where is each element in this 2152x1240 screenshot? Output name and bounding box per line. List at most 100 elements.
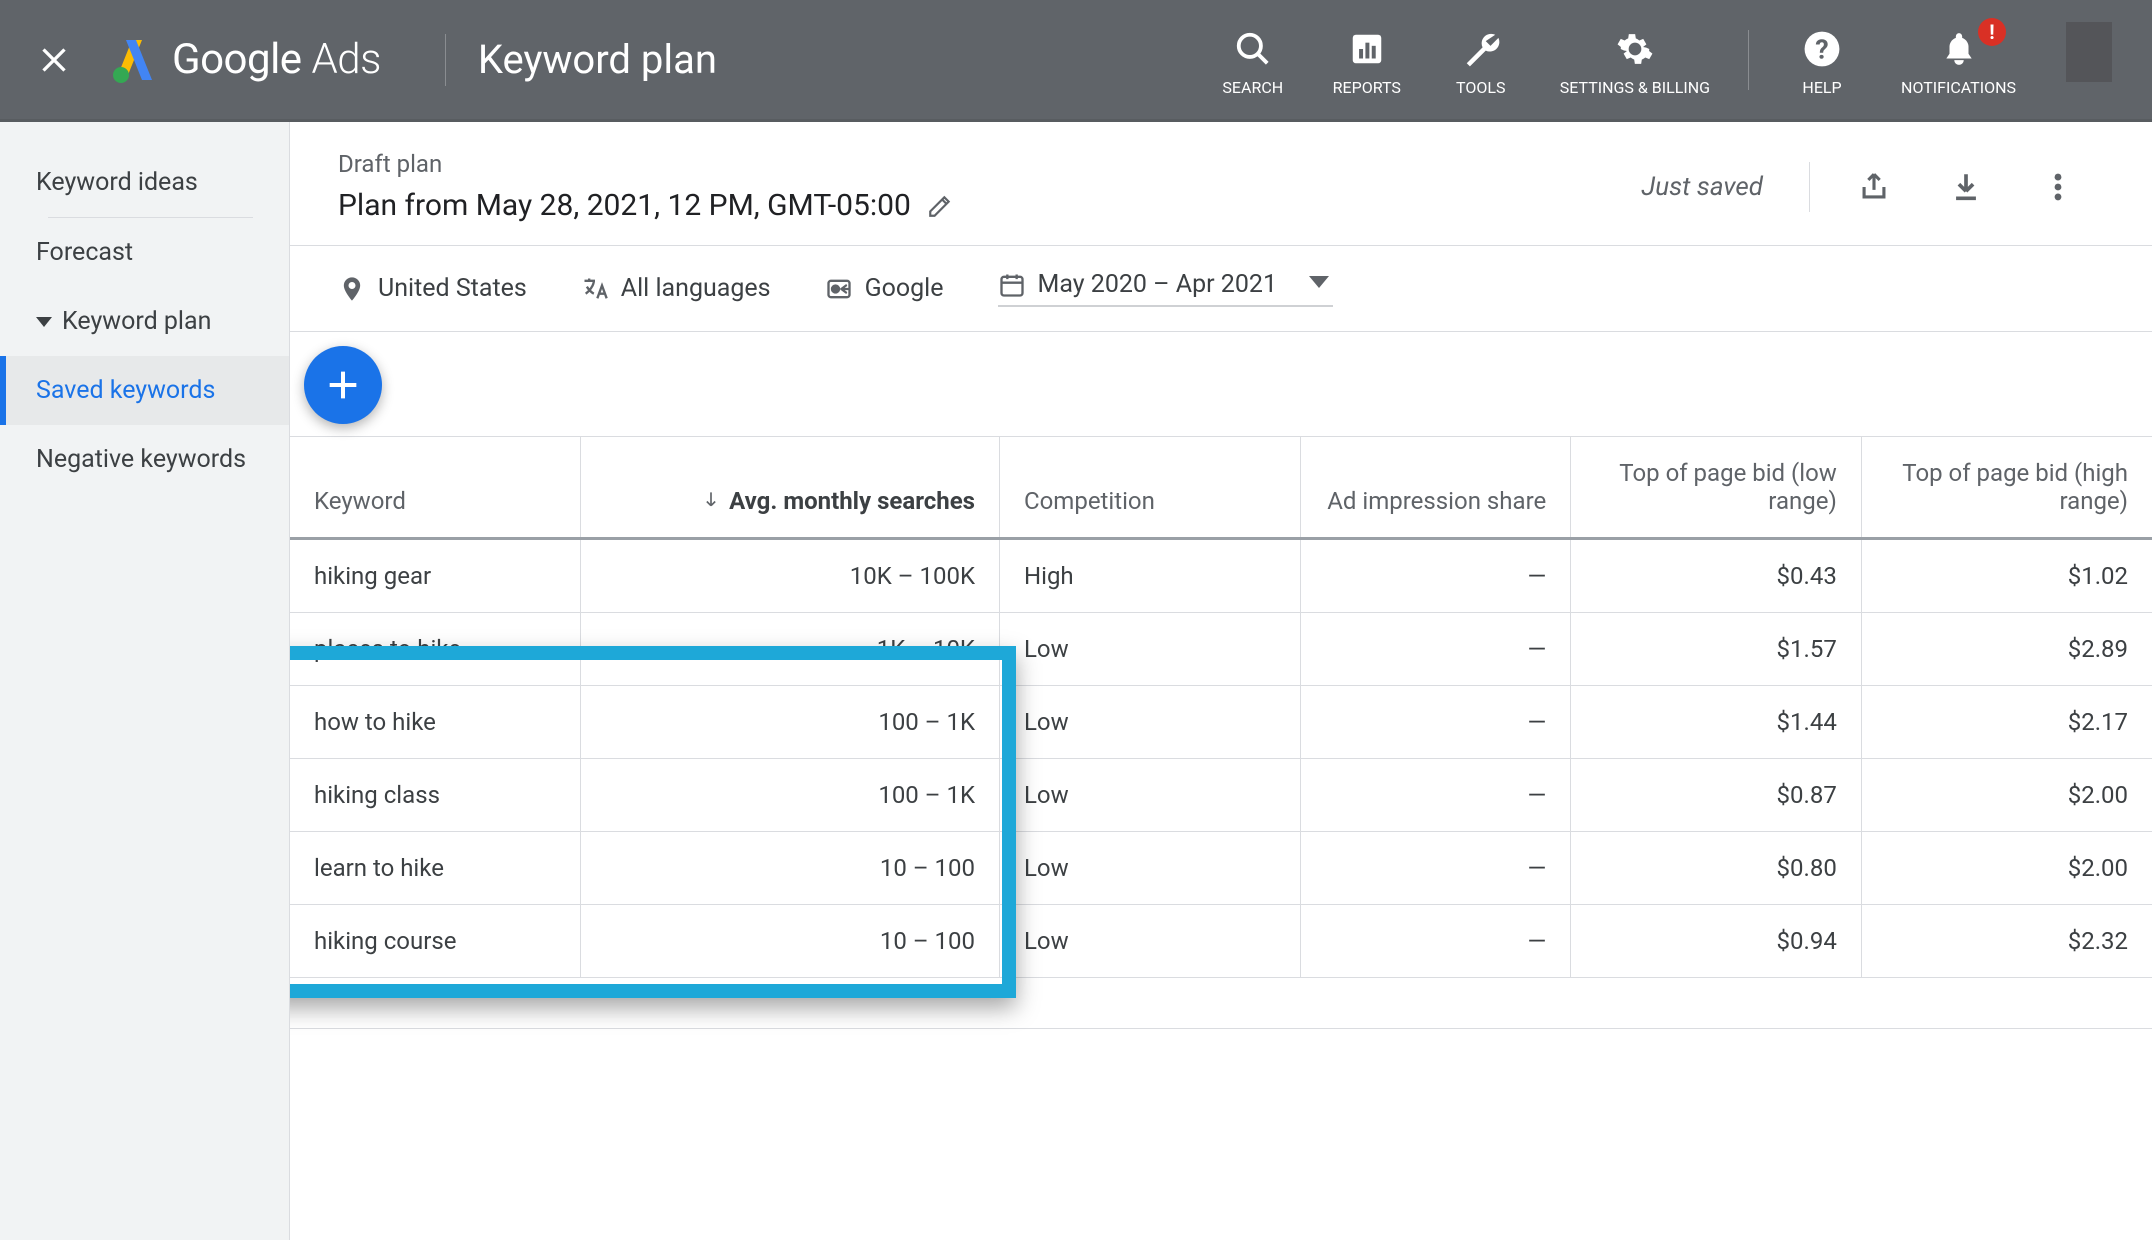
cell-searches: 10K – 100K: [581, 539, 1000, 613]
close-icon: [36, 42, 72, 78]
col-ad-impression-share[interactable]: Ad impression share: [1300, 437, 1571, 539]
account-switcher[interactable]: [2066, 22, 2112, 82]
cell-competition: Low: [1000, 905, 1301, 978]
table-row[interactable]: hiking gear10K – 100KHigh—$0.43$1.02: [290, 539, 2152, 613]
gear-icon: [1616, 30, 1654, 68]
date-range-filter[interactable]: May 2020 – Apr 2021: [998, 270, 1334, 307]
cell-competition: Low: [1000, 613, 1301, 686]
table-row[interactable]: hiking course10 – 100Low—$0.94$2.32: [290, 905, 2152, 978]
cell-competition: High: [1000, 539, 1301, 613]
notification-badge: !: [1978, 18, 2006, 46]
notifications-button[interactable]: ! NOTIFICATIONS: [1901, 22, 2016, 97]
cell-searches: 10 – 100: [581, 905, 1000, 978]
cell-competition: Low: [1000, 686, 1301, 759]
plan-header: Draft plan Plan from May 28, 2021, 12 PM…: [290, 122, 2152, 246]
cell-bid-high: $2.89: [1861, 613, 2152, 686]
ads-logo-icon: [110, 36, 158, 84]
table-row[interactable]: hiking class100 – 1KLow—$0.87$2.00: [290, 759, 2152, 832]
cell-competition: Low: [1000, 832, 1301, 905]
table-row[interactable]: how to hike100 – 1KLow—$1.44$2.17: [290, 686, 2152, 759]
draft-label: Draft plan: [338, 150, 953, 178]
table-row[interactable]: learn to hike10 – 100Low—$0.80$2.00: [290, 832, 2152, 905]
col-bid-low[interactable]: Top of page bid (low range): [1571, 437, 1862, 539]
cell-bid-low: $0.80: [1571, 832, 1862, 905]
cell-bid-high: $2.32: [1861, 905, 2152, 978]
main-content: Draft plan Plan from May 28, 2021, 12 PM…: [290, 122, 2152, 1240]
saved-status: Just saved: [1641, 172, 1763, 202]
keywords-table: Keyword Avg. monthly searches Competitio…: [290, 436, 2152, 978]
settings-button[interactable]: SETTINGS & BILLING: [1560, 22, 1710, 97]
cell-bid-low: $0.87: [1571, 759, 1862, 832]
sort-desc-icon: [701, 489, 721, 509]
cell-impression: —: [1300, 686, 1571, 759]
share-button[interactable]: [1846, 159, 1902, 215]
cell-searches: 10 – 100: [581, 832, 1000, 905]
edit-plan-name-button[interactable]: [927, 193, 953, 219]
cell-impression: —: [1300, 539, 1571, 613]
cell-impression: —: [1300, 905, 1571, 978]
add-keyword-fab[interactable]: [304, 346, 382, 424]
network-filter[interactable]: Google: [825, 274, 944, 303]
cell-keyword: how to hike: [290, 686, 581, 759]
cell-bid-low: $1.44: [1571, 686, 1862, 759]
cell-competition: Low: [1000, 759, 1301, 832]
cell-bid-low: $1.57: [1571, 613, 1862, 686]
calendar-icon: [998, 271, 1026, 299]
sidebar-item-negative-keywords[interactable]: Negative keywords: [0, 425, 289, 494]
divider: [445, 34, 446, 86]
language-filter[interactable]: All languages: [581, 274, 771, 303]
language-icon: [581, 275, 609, 303]
cell-impression: —: [1300, 613, 1571, 686]
more-vert-icon: [2041, 170, 2075, 204]
divider: [1809, 162, 1810, 212]
app-header: Google Ads Keyword plan SEARCH REPORTS T…: [0, 0, 2152, 122]
col-bid-high[interactable]: Top of page bid (high range): [1861, 437, 2152, 539]
network-icon: [825, 275, 853, 303]
svg-text:?: ?: [1815, 33, 1828, 65]
col-keyword[interactable]: Keyword: [290, 437, 581, 539]
help-icon: ?: [1803, 30, 1841, 68]
cell-bid-high: $2.17: [1861, 686, 2152, 759]
col-avg-monthly-searches[interactable]: Avg. monthly searches: [581, 437, 1000, 539]
tools-button[interactable]: TOOLS: [1446, 22, 1516, 97]
location-icon: [338, 275, 366, 303]
help-button[interactable]: ? HELP: [1787, 22, 1857, 97]
cell-keyword: hiking class: [290, 759, 581, 832]
sidebar-item-forecast[interactable]: Forecast: [0, 218, 289, 287]
table-area: Keyword Avg. monthly searches Competitio…: [290, 332, 2152, 1240]
cell-bid-high: $2.00: [1861, 832, 2152, 905]
plan-name[interactable]: Plan from May 28, 2021, 12 PM, GMT-05:00: [338, 188, 953, 223]
header-actions: SEARCH REPORTS TOOLS SETTINGS & BILLING …: [1196, 22, 2112, 97]
cell-keyword: places to hike: [290, 613, 581, 686]
more-button[interactable]: [2030, 159, 2086, 215]
download-button[interactable]: [1938, 159, 1994, 215]
col-competition[interactable]: Competition: [1000, 437, 1301, 539]
download-icon: [1949, 170, 1983, 204]
share-icon: [1857, 170, 1891, 204]
cell-bid-high: $2.00: [1861, 759, 2152, 832]
location-filter[interactable]: United States: [338, 274, 527, 303]
section-title: Keyword plan: [478, 36, 717, 83]
sidebar-item-saved-keywords[interactable]: Saved keywords: [0, 356, 289, 425]
cell-impression: —: [1300, 759, 1571, 832]
reports-icon: [1348, 30, 1386, 68]
sidebar-item-keyword-plan[interactable]: Keyword plan: [0, 287, 289, 356]
cell-searches: 1K – 10K: [581, 613, 1000, 686]
cell-bid-low: $0.94: [1571, 905, 1862, 978]
google-ads-logo: Google Ads: [110, 35, 381, 84]
sidebar-item-keyword-ideas[interactable]: Keyword ideas: [0, 148, 289, 217]
brand-text: Google Ads: [172, 35, 381, 84]
sidebar: Keyword ideas Forecast Keyword plan Save…: [0, 122, 290, 1240]
close-button[interactable]: [36, 42, 72, 78]
table-footer-bar: [290, 1028, 2152, 1080]
cell-keyword: hiking gear: [290, 539, 581, 613]
chevron-down-icon: [1309, 276, 1329, 288]
table-row[interactable]: places to hike1K – 10KLow—$1.57$2.89: [290, 613, 2152, 686]
cell-impression: —: [1300, 832, 1571, 905]
search-button[interactable]: SEARCH: [1218, 22, 1288, 97]
search-icon: [1234, 30, 1272, 68]
plus-icon: [323, 365, 363, 405]
cell-keyword: hiking course: [290, 905, 581, 978]
reports-button[interactable]: REPORTS: [1332, 22, 1402, 97]
bell-icon: [1940, 30, 1978, 68]
